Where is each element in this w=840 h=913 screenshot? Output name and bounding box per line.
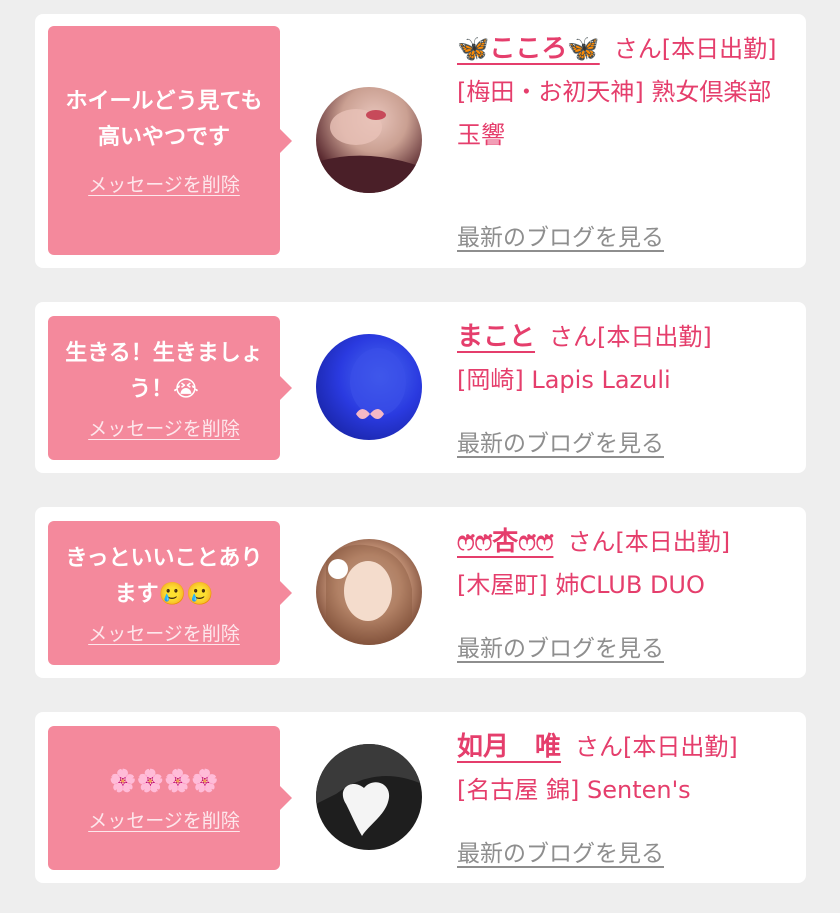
message-bubble: きっといいことあります🥲🥲 メッセージを削除 <box>48 521 292 665</box>
girl-name-link[interactable]: ෆ̈ෆ̈杏ෆ̈ෆ̈ <box>457 527 553 557</box>
girl-name-link[interactable]: まこと <box>457 322 535 352</box>
message-card: ホイールどう見ても高いやつです メッセージを削除 🦋こころ🦋 さん[本日出勤] [… <box>35 14 806 268</box>
girl-name-link[interactable]: 🦋こころ🦋 <box>457 34 600 64</box>
avatar-photo <box>316 109 422 193</box>
delete-message-link[interactable]: メッセージを削除 <box>88 170 240 197</box>
message-card: 生きる！生きましょう！😭 メッセージを削除 まこと さん[本日出勤] [岡崎] L… <box>35 302 806 473</box>
girl-name-link[interactable]: 如月 唯 <box>457 732 561 762</box>
status-text: さん[本日出勤] <box>567 528 731 556</box>
shop-name: [名古屋 錦] Senten's <box>457 776 691 804</box>
message-text: 生きる！生きましょう！😭 <box>65 340 263 402</box>
status-text: さん[本日出勤] <box>613 35 777 63</box>
latest-blog-link[interactable]: 最新のブログを見る <box>457 629 664 663</box>
avatar-photo <box>316 744 422 836</box>
message-text: きっといいことあります🥲🥲 <box>65 545 263 607</box>
status-text: さん[本日出勤] <box>575 733 738 761</box>
avatar-photo <box>350 348 406 419</box>
message-text: 🌸🌸🌸🌸 <box>109 768 219 794</box>
latest-blog-link[interactable]: 最新のブログを見る <box>457 424 664 458</box>
delete-message-link[interactable]: メッセージを削除 <box>88 414 240 441</box>
message-bubble: 生きる！生きましょう！😭 メッセージを削除 <box>48 316 292 460</box>
message-card: 🌸🌸🌸🌸 メッセージを削除 如月 唯さん[本日出勤] [名古屋 錦] Sente… <box>35 712 806 883</box>
latest-blog-link[interactable]: 最新のブログを見る <box>457 218 664 252</box>
profile-info: まこと さん[本日出勤] [岡崎] Lapis Lazuli <box>457 316 797 402</box>
avatar[interactable] <box>316 744 422 850</box>
message-card: きっといいことあります🥲🥲 メッセージを削除 ෆ̈ෆ̈杏ෆ̈ෆ̈ さん[本日出勤]… <box>35 507 806 678</box>
profile-info: ෆ̈ෆ̈杏ෆ̈ෆ̈ さん[本日出勤] [木屋町] 姉CLUB DUO <box>457 521 797 607</box>
profile-info: 如月 唯さん[本日出勤] [名古屋 錦] Senten's <box>457 726 797 812</box>
avatar[interactable] <box>316 87 422 193</box>
avatar[interactable] <box>316 334 422 440</box>
status-text: さん[本日出勤] <box>549 323 712 351</box>
avatar[interactable] <box>316 539 422 645</box>
avatar-photo <box>326 544 412 645</box>
message-bubble: 🌸🌸🌸🌸 メッセージを削除 <box>48 726 292 870</box>
shop-name: [岡崎] Lapis Lazuli <box>457 366 671 394</box>
message-text: ホイールどう見ても高いやつです <box>65 89 263 150</box>
shop-name: [木屋町] 姉CLUB DUO <box>457 571 705 599</box>
message-bubble: ホイールどう見ても高いやつです メッセージを削除 <box>48 26 292 255</box>
latest-blog-link[interactable]: 最新のブログを見る <box>457 834 664 868</box>
shop-name: [梅田・お初天神] 熟女倶楽部 玉響 <box>457 78 772 149</box>
profile-info: 🦋こころ🦋 さん[本日出勤] [梅田・お初天神] 熟女倶楽部 玉響 <box>457 28 797 157</box>
delete-message-link[interactable]: メッセージを削除 <box>88 619 240 646</box>
delete-message-link[interactable]: メッセージを削除 <box>88 806 240 833</box>
